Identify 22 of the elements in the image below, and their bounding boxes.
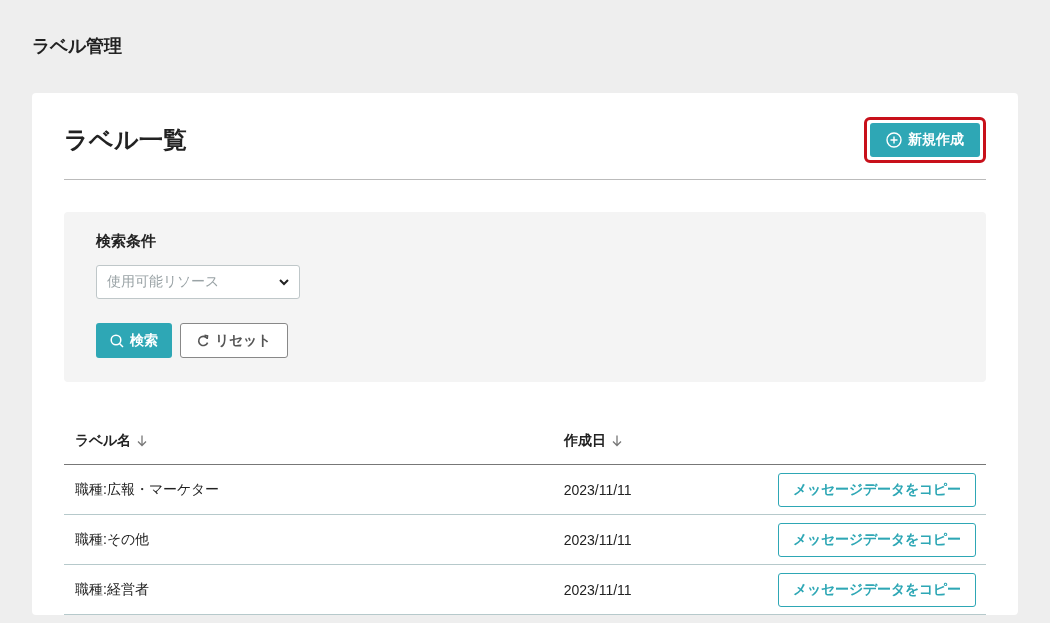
page-title: ラベル管理: [32, 35, 123, 58]
created-date: 2023/11/11: [563, 481, 632, 498]
card-title: ラベル一覧: [64, 125, 187, 155]
copy-button[interactable]: メッセージデータをコピー: [778, 522, 976, 557]
reset-button[interactable]: リセット: [180, 323, 288, 358]
resource-select[interactable]: 使用可能リソース: [96, 265, 300, 299]
copy-button[interactable]: メッセージデータをコピー: [778, 572, 976, 607]
chevron-down-icon: [279, 278, 289, 286]
label-name: 職種:その他: [75, 530, 149, 547]
new-button[interactable]: 新規作成: [870, 123, 980, 157]
label-name: 職種:広報・マーケター: [75, 480, 219, 497]
created-date: 2023/11/11: [563, 531, 632, 548]
panel-title: 検索条件: [96, 232, 156, 251]
column-header[interactable]: 作成日: [563, 432, 606, 450]
copy-button[interactable]: メッセージデータをコピー: [778, 472, 976, 507]
column-header[interactable]: ラベル名: [75, 432, 131, 450]
label-name: 職種:経営者: [75, 580, 149, 597]
created-date: 2023/11/11: [563, 581, 632, 598]
search-button[interactable]: 検索: [96, 323, 172, 358]
refresh-icon: [197, 334, 209, 347]
search-icon: [110, 333, 124, 348]
plus-circle-icon: [886, 132, 902, 148]
